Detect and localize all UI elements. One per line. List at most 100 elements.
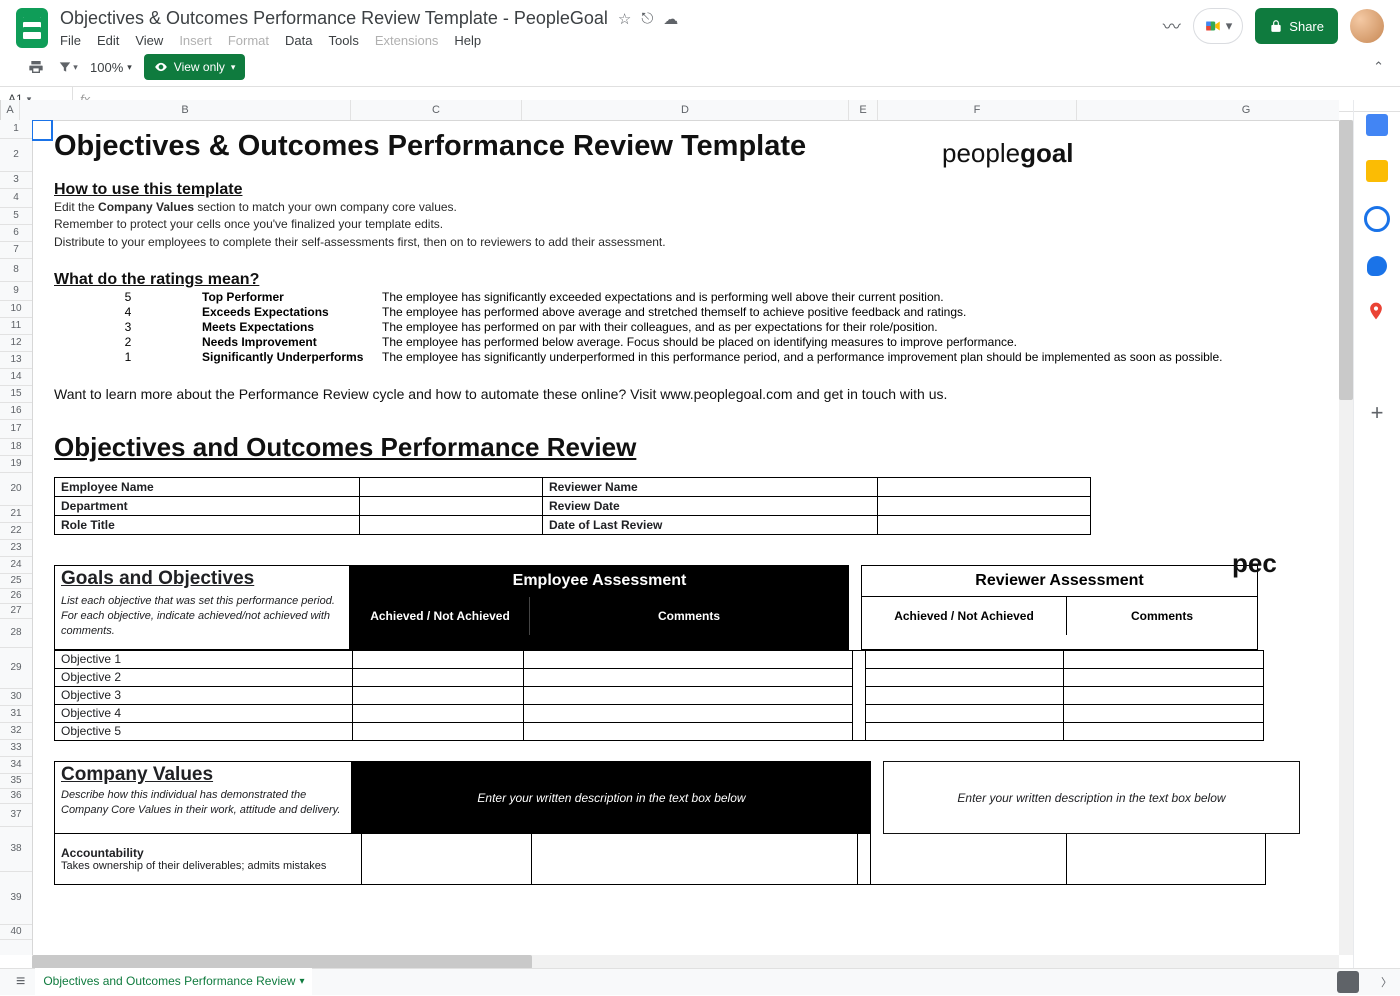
chevron-down-icon: ▾	[73, 62, 78, 73]
menu-view[interactable]: View	[135, 33, 163, 48]
row-header-10[interactable]: 10	[0, 301, 32, 318]
row-header-31[interactable]: 31	[0, 706, 32, 723]
row-header-2[interactable]: 2	[0, 139, 32, 172]
cv-reviewer-prompt: Enter your written description in the te…	[883, 761, 1300, 835]
menu-help[interactable]: Help	[454, 33, 481, 48]
row-header-3[interactable]: 3	[0, 172, 32, 189]
col-header-F[interactable]: F	[878, 100, 1077, 120]
row-header-6[interactable]: 6	[0, 225, 32, 242]
meet-button[interactable]: ▾	[1193, 8, 1244, 44]
row-header-13[interactable]: 13	[0, 352, 32, 369]
peoplegoal-logo-cut: pec	[1232, 548, 1277, 579]
explore-button[interactable]	[1337, 971, 1359, 993]
col-header-G[interactable]: G	[1077, 100, 1353, 120]
collapse-toolbar-icon[interactable]: ⌃	[1373, 59, 1384, 75]
menu-edit[interactable]: Edit	[97, 33, 119, 48]
menu-file[interactable]: File	[60, 33, 81, 48]
scrollbar-thumb[interactable]	[32, 955, 532, 969]
row-header-17[interactable]: 17	[0, 420, 32, 439]
row-header-33[interactable]: 33	[0, 740, 32, 757]
zoom-select[interactable]: 100% ▾	[90, 60, 132, 75]
row-header-28[interactable]: 28	[0, 619, 32, 648]
filter-icon[interactable]: ▾	[58, 57, 78, 77]
row-header-36[interactable]: 36	[0, 789, 32, 804]
calendar-icon[interactable]	[1366, 114, 1388, 136]
col-header-B[interactable]: B	[20, 100, 351, 120]
row-header-38[interactable]: 38	[0, 827, 32, 872]
objective-row: Objective 1	[55, 650, 1264, 668]
menu-data[interactable]: Data	[285, 33, 312, 48]
row-header-20[interactable]: 20	[0, 473, 32, 506]
row-header-14[interactable]: 14	[0, 369, 32, 386]
row-header-7[interactable]: 7	[0, 242, 32, 259]
goals-header: Goals and Objectives List each objective…	[54, 565, 1319, 650]
col-header-C[interactable]: C	[351, 100, 522, 120]
row-header-29[interactable]: 29	[0, 648, 32, 689]
app-header: Objectives & Outcomes Performance Review…	[0, 0, 1400, 48]
menu-tools[interactable]: Tools	[328, 33, 358, 48]
rating-row: 2Needs ImprovementThe employee has perfo…	[54, 335, 1319, 349]
scrollbar-thumb[interactable]	[1339, 120, 1353, 400]
row-header-34[interactable]: 34	[0, 757, 32, 774]
reviewer-assessment-header: Reviewer Assessment Achieved / Not Achie…	[861, 565, 1258, 650]
print-icon[interactable]	[26, 57, 46, 77]
row-header-1[interactable]: 1	[0, 120, 32, 139]
add-panel-icon[interactable]: +	[1371, 400, 1384, 426]
contacts-icon[interactable]	[1367, 256, 1387, 276]
row-header-27[interactable]: 27	[0, 604, 32, 619]
menu-format[interactable]: Format	[228, 33, 269, 48]
view-only-button[interactable]: View only ▾	[144, 54, 246, 80]
row-header-8[interactable]: 8	[0, 259, 32, 282]
sheet-content[interactable]: Objectives & Outcomes Performance Review…	[32, 120, 1339, 955]
row-header-19[interactable]: 19	[0, 456, 32, 473]
all-sheets-icon[interactable]: ≡	[16, 973, 25, 991]
tasks-icon[interactable]	[1364, 206, 1390, 232]
keep-icon[interactable]	[1366, 160, 1388, 182]
row-header-16[interactable]: 16	[0, 403, 32, 420]
row-header-22[interactable]: 22	[0, 523, 32, 540]
row-header-35[interactable]: 35	[0, 774, 32, 789]
grid[interactable]: ABCDEFG 12345678910111213141516171819202…	[0, 100, 1353, 969]
maps-icon[interactable]	[1366, 300, 1388, 322]
row-header-15[interactable]: 15	[0, 386, 32, 403]
activity-icon[interactable]: 〰	[1163, 13, 1181, 39]
sheets-logo-icon[interactable]	[16, 8, 48, 48]
vertical-scrollbar[interactable]	[1339, 120, 1353, 955]
col-header-A[interactable]: A	[1, 100, 20, 120]
side-panel-toggle-icon[interactable]: 〉	[1381, 974, 1392, 990]
row-header-30[interactable]: 30	[0, 689, 32, 706]
row-header-24[interactable]: 24	[0, 557, 32, 574]
move-icon[interactable]: ⎋	[641, 10, 653, 27]
row-header-9[interactable]: 9	[0, 282, 32, 301]
row-header-23[interactable]: 23	[0, 540, 32, 557]
employee-assessment-header: Employee Assessment Achieved / Not Achie…	[350, 565, 849, 650]
menu-insert[interactable]: Insert	[179, 33, 212, 48]
row-header-5[interactable]: 5	[0, 208, 32, 225]
row-header-32[interactable]: 32	[0, 723, 32, 740]
row-header-37[interactable]: 37	[0, 804, 32, 827]
lock-icon	[1269, 19, 1283, 33]
row-header-11[interactable]: 11	[0, 318, 32, 335]
row-header-12[interactable]: 12	[0, 335, 32, 352]
row-header-18[interactable]: 18	[0, 439, 32, 456]
menu-extensions[interactable]: Extensions	[375, 33, 439, 48]
row-header-25[interactable]: 25	[0, 574, 32, 589]
row-header-21[interactable]: 21	[0, 506, 32, 523]
row-header-26[interactable]: 26	[0, 589, 32, 604]
col-header-E[interactable]: E	[849, 100, 878, 120]
learn-more-text: Want to learn more about the Performance…	[54, 386, 1319, 402]
row-header-4[interactable]: 4	[0, 189, 32, 208]
star-icon[interactable]: ☆	[618, 10, 631, 28]
cloud-status-icon[interactable]: ☁	[663, 10, 678, 28]
ratings-heading: What do the ratings mean?	[54, 271, 1319, 289]
row-header-39[interactable]: 39	[0, 872, 32, 925]
row-header-40[interactable]: 40	[0, 925, 32, 940]
col-header-D[interactable]: D	[522, 100, 849, 120]
account-avatar[interactable]	[1350, 9, 1384, 43]
sheet-tab[interactable]: Objectives and Outcomes Performance Revi…	[35, 968, 312, 996]
howto-line: Remember to protect your cells once you'…	[54, 216, 1319, 233]
horizontal-scrollbar[interactable]	[32, 955, 1339, 969]
rating-row: 5Top PerformerThe employee has significa…	[54, 290, 1319, 304]
document-title[interactable]: Objectives & Outcomes Performance Review…	[60, 8, 608, 29]
share-button[interactable]: Share	[1255, 8, 1338, 44]
